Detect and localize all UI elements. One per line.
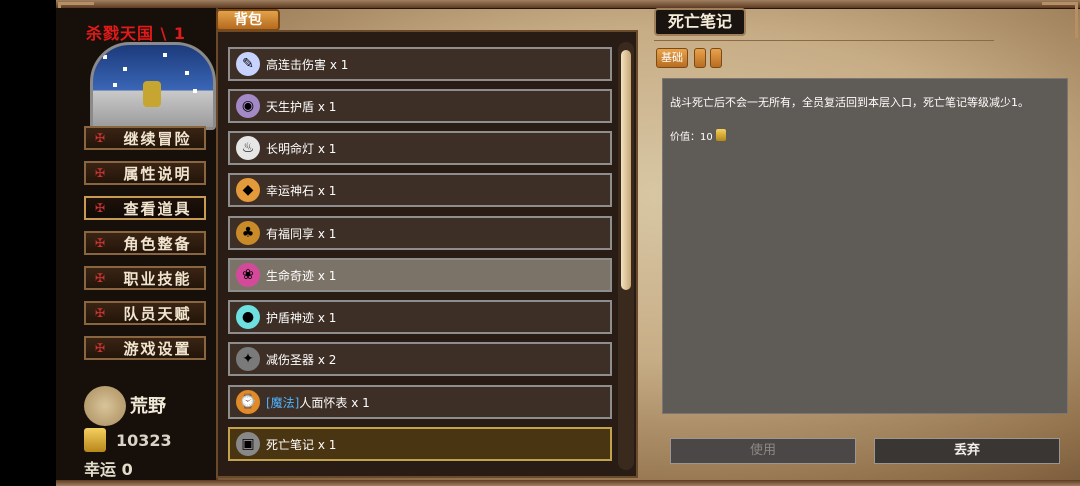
inventory-item[interactable]: ◉ 天生护盾 x 1 — [228, 89, 612, 123]
gold-coin-icon — [716, 129, 726, 141]
snow-particle — [113, 83, 117, 87]
menu-character-prep[interactable]: ✠ 角色整备 — [84, 231, 206, 255]
item-name: 天生护盾 x 1 — [266, 99, 337, 114]
menu-emblem-icon: ✠ — [94, 166, 106, 180]
use-button[interactable]: 使用 — [670, 438, 856, 464]
menu-label: 游戏设置 — [123, 339, 192, 358]
item-name: 有福同享 x 1 — [266, 226, 337, 241]
left-panel: 杀戮天国 \ 1 ✠ 继续冒险 ✠ 属性说明 ✠ 查看道具 ✠ 角色整备 ✠ 职… — [56, 8, 218, 480]
inventory-item[interactable]: ✦ 减伤圣器 x 2 — [228, 342, 612, 376]
discard-button[interactable]: 丢弃 — [874, 438, 1060, 464]
menu-emblem-icon: ✠ — [94, 201, 106, 215]
item-magic-prefix: [魔法] — [266, 395, 300, 410]
item-name: 长明命灯 x 1 — [266, 141, 337, 156]
backpack-tab[interactable]: 背包 — [216, 9, 280, 31]
heart-orb-icon: ❀ — [236, 263, 260, 287]
gold-coins-icon — [84, 428, 106, 452]
inventory-item[interactable]: ♨ 长明命灯 x 1 — [228, 131, 612, 165]
frame-corner-tr — [1042, 2, 1078, 38]
menu-label: 继续冒险 — [123, 129, 192, 148]
hero-sprite — [143, 81, 161, 107]
item-name: 护盾神迹 x 1 — [266, 310, 337, 325]
snow-particle — [103, 55, 107, 59]
level-title: 杀戮天国 \ 1 — [85, 24, 187, 43]
area-icon — [84, 386, 126, 426]
menu-game-settings[interactable]: ✠ 游戏设置 — [84, 336, 206, 360]
death-note-icon: ▣ — [236, 432, 260, 456]
item-name: 高连击伤害 x 1 — [266, 57, 349, 72]
scrollbar-thumb[interactable] — [621, 50, 631, 290]
item-name: 死亡笔记 x 1 — [266, 437, 337, 452]
snow-particle — [185, 71, 189, 75]
inventory-item[interactable]: ◆ 幸运神石 x 1 — [228, 173, 612, 207]
menu-label: 角色整备 — [123, 234, 192, 253]
pot-icon: ♣ — [236, 221, 260, 245]
relic-icon: ✦ — [236, 347, 260, 371]
area-name: 荒野 — [130, 396, 166, 417]
gold-amount: 10323 — [116, 431, 172, 450]
menu-continue-adventure[interactable]: ✠ 继续冒险 — [84, 126, 206, 150]
detail-title: 死亡笔记 — [654, 8, 746, 36]
pocket-watch-icon: ⌚ — [236, 390, 260, 414]
menu-emblem-icon: ✠ — [94, 271, 106, 285]
scroll-icon: ✎ — [236, 52, 260, 76]
orb-icon: ◉ — [236, 94, 260, 118]
inventory-item[interactable]: ♣ 有福同享 x 1 — [228, 216, 612, 250]
menu-emblem-icon: ✠ — [94, 341, 106, 355]
menu-emblem-icon: ✠ — [94, 236, 106, 250]
item-name: 幸运神石 x 1 — [266, 183, 337, 198]
menu-emblem-icon: ✠ — [94, 131, 106, 145]
tab-extra-1[interactable] — [694, 48, 706, 68]
menu-class-skills[interactable]: ✠ 职业技能 — [84, 266, 206, 290]
inventory-item-selected[interactable]: ▣ 死亡笔记 x 1 — [228, 427, 612, 461]
area-portrait — [90, 42, 216, 130]
lamp-icon: ♨ — [236, 136, 260, 160]
shield-orb-icon: ● — [236, 305, 260, 329]
game-screen: 杀戮天国 \ 1 ✠ 继续冒险 ✠ 属性说明 ✠ 查看道具 ✠ 角色整备 ✠ 职… — [56, 0, 1080, 486]
menu-label: 属性说明 — [123, 164, 192, 183]
inventory-item[interactable]: ❀ 生命奇迹 x 1 — [228, 258, 612, 292]
snow-particle — [123, 67, 127, 71]
menu-label: 职业技能 — [123, 269, 192, 288]
tab-extra-2[interactable] — [710, 48, 722, 68]
inventory-item[interactable]: ● 护盾神迹 x 1 — [228, 300, 612, 334]
item-name: 生命奇迹 x 1 — [266, 268, 337, 283]
menu-attribute-info[interactable]: ✠ 属性说明 — [84, 161, 206, 185]
snow-particle — [193, 89, 197, 93]
menu-label: 查看道具 — [123, 199, 192, 218]
item-description: 战斗死亡后不会一无所有，全员复活回到本层入口，死亡笔记等级减少1。 — [670, 96, 1029, 109]
item-name: 减伤圣器 x 2 — [266, 352, 337, 367]
luck-stat: 幸运 0 — [84, 460, 133, 479]
bottom-frame — [56, 480, 1080, 486]
menu-view-items[interactable]: ✠ 查看道具 — [84, 196, 206, 220]
inventory-item[interactable]: ⌚ [魔法] 人面怀表 x 1 — [228, 385, 612, 419]
menu-label: 队员天赋 — [123, 304, 192, 323]
tab-basic[interactable]: 基础 — [656, 48, 688, 68]
stone-icon: ◆ — [236, 178, 260, 202]
inventory-item[interactable]: ✎ 高连击伤害 x 1 — [228, 47, 612, 81]
item-name: 人面怀表 x 1 — [299, 395, 370, 410]
menu-emblem-icon: ✠ — [94, 306, 106, 320]
detail-divider — [654, 40, 994, 41]
item-price: 价值：10 — [670, 132, 713, 143]
snow-particle — [163, 53, 167, 57]
menu-member-talents[interactable]: ✠ 队员天赋 — [84, 301, 206, 325]
